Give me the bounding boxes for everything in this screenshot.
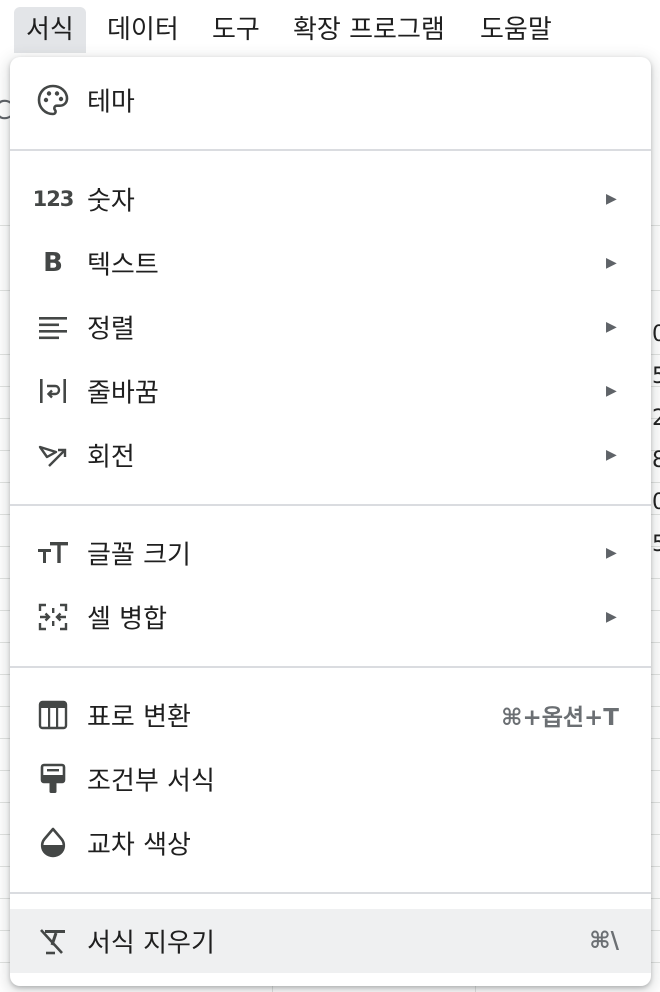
bold-icon: B — [43, 248, 63, 278]
menu-separator — [10, 504, 651, 506]
menu-item-label: 회전 — [87, 442, 135, 473]
menu-item-label: 서식 지우기 — [87, 928, 215, 959]
text-rotation-icon — [36, 438, 70, 472]
menu-item-label: 숫자 — [87, 186, 135, 217]
menu-help[interactable]: 도움말 — [468, 7, 564, 53]
menu-item-convert-table[interactable]: 표로 변환 ⌘+옵션+T — [10, 683, 651, 747]
cell-value[interactable]: 0 — [652, 324, 660, 346]
number-format-icon: 123 — [32, 187, 75, 211]
palette-icon — [36, 83, 70, 117]
submenu-arrow-icon: ▶ — [606, 447, 617, 463]
cell-value[interactable]: 2 — [652, 408, 660, 430]
text-wrap-icon — [36, 374, 70, 408]
menu-item-label: 셀 병합 — [87, 604, 168, 635]
menu-extensions[interactable]: 확장 프로그램 — [281, 7, 457, 53]
menu-item-number[interactable]: 123 숫자 ▶ — [10, 167, 651, 231]
menu-item-merge[interactable]: 셀 병합 ▶ — [10, 585, 651, 649]
menu-item-label: 정렬 — [87, 314, 135, 345]
menu-item-label: 줄바꿈 — [87, 378, 159, 409]
shortcut-hint: ⌘+옵션+T — [501, 705, 619, 731]
menu-item-label: 표로 변환 — [87, 702, 191, 733]
menu-format[interactable]: 서식 — [14, 7, 86, 53]
shortcut-hint: ⌘\ — [589, 928, 619, 954]
table-icon — [36, 698, 70, 732]
menu-bar: 서식 데이터 도구 확장 프로그램 도움말 — [0, 0, 660, 60]
menu-data[interactable]: 데이터 — [95, 7, 191, 53]
submenu-arrow-icon: ▶ — [606, 383, 617, 399]
menu-item-theme[interactable]: 테마 — [10, 68, 651, 132]
cell-value[interactable]: 8 — [652, 450, 660, 472]
paint-roller-icon — [36, 762, 70, 796]
submenu-arrow-icon: ▶ — [606, 191, 617, 207]
menu-item-wrap[interactable]: 줄바꿈 ▶ — [10, 359, 651, 423]
submenu-arrow-icon: ▶ — [606, 609, 617, 625]
font-size-icon — [36, 536, 70, 570]
menu-separator — [10, 149, 651, 151]
menu-separator — [10, 892, 651, 894]
menu-item-clear-formatting[interactable]: 서식 지우기 ⌘\ — [10, 909, 651, 973]
menu-item-text[interactable]: B 텍스트 ▶ — [10, 231, 651, 295]
menu-item-label: 테마 — [87, 87, 135, 118]
align-left-icon — [36, 310, 70, 344]
submenu-arrow-icon: ▶ — [606, 319, 617, 335]
menu-item-label: 교차 색상 — [87, 830, 191, 861]
menu-item-alternating-colors[interactable]: 교차 색상 — [10, 811, 651, 875]
menu-item-rotate[interactable]: 회전 ▶ — [10, 423, 651, 487]
menu-separator — [10, 666, 651, 668]
clear-format-icon — [36, 924, 70, 958]
submenu-arrow-icon: ▶ — [606, 255, 617, 271]
cell-value[interactable]: 5 — [652, 366, 660, 388]
menu-item-label: 텍스트 — [87, 250, 159, 281]
menu-item-align[interactable]: 정렬 ▶ — [10, 295, 651, 359]
color-drop-icon — [36, 826, 70, 860]
cell-value[interactable]: 0 — [652, 492, 660, 514]
menu-item-label: 글꼴 크기 — [87, 540, 191, 571]
menu-item-conditional-format[interactable]: 조건부 서식 — [10, 747, 651, 811]
cell-value[interactable]: 5 — [652, 534, 660, 556]
submenu-arrow-icon: ▶ — [606, 545, 617, 561]
menu-item-font-size[interactable]: 글꼴 크기 ▶ — [10, 521, 651, 585]
format-dropdown-menu: 테마 123 숫자 ▶ B 텍스트 ▶ 정렬 ▶ 줄바꿈 ▶ 회전 ▶ 글꼴 크… — [10, 57, 651, 986]
menu-item-label: 조건부 서식 — [87, 766, 215, 797]
menu-tools[interactable]: 도구 — [200, 7, 272, 53]
merge-cells-icon — [36, 600, 70, 634]
